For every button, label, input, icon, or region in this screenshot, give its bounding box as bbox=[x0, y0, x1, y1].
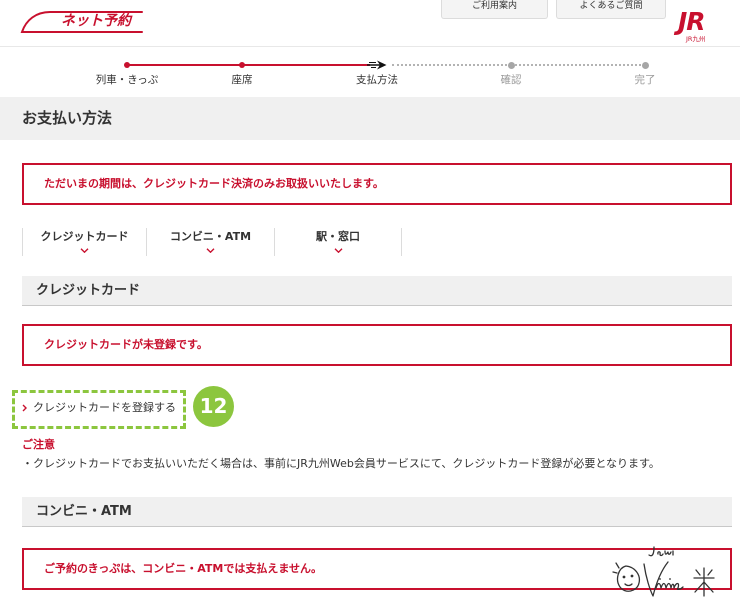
credit-card-section-heading: クレジットカード bbox=[22, 276, 732, 306]
step-marker bbox=[192, 58, 292, 72]
step-marker bbox=[77, 58, 177, 72]
chevron-down-icon bbox=[334, 248, 342, 253]
payment-tab-label: 駅・窓口 bbox=[316, 230, 360, 243]
caution-title: ご注意 bbox=[22, 438, 55, 451]
payment-tab-label: コンビニ・ATM bbox=[169, 230, 252, 243]
payment-period-notice: ただいまの期間は、クレジットカード決済のみお取扱いいたします。 bbox=[22, 163, 732, 205]
progress-step-complete: 完了 bbox=[595, 58, 695, 87]
handwritten-signature-icon bbox=[612, 546, 715, 597]
page-title-band: お支払い方法 bbox=[0, 97, 740, 140]
header-divider bbox=[0, 46, 740, 47]
step-marker bbox=[327, 58, 427, 72]
credit-card-unregistered-notice: クレジットカードが未登録です。 bbox=[22, 324, 732, 366]
guide-link[interactable]: ご利用案内 bbox=[441, 0, 548, 19]
payment-tab-credit-card[interactable]: クレジットカード bbox=[22, 228, 146, 256]
jr-kyushu-label: JR九州 bbox=[686, 35, 706, 43]
step-marker bbox=[461, 58, 561, 72]
step-dot bbox=[124, 62, 130, 68]
step-dot bbox=[507, 61, 515, 69]
progress-step-confirm: 確認 bbox=[461, 58, 561, 87]
step-label: 確認 bbox=[500, 74, 522, 86]
step-label: 座席 bbox=[231, 74, 253, 86]
step-label: 列車・きっぷ bbox=[95, 74, 159, 86]
chevron-down-icon bbox=[206, 248, 215, 253]
step-marker bbox=[595, 58, 695, 72]
progress-step-seat: 座席 bbox=[192, 58, 292, 87]
payment-method-tabs: クレジットカード コンビニ・ATM 駅・窓口 bbox=[22, 228, 402, 256]
annotation-highlight-box bbox=[12, 390, 186, 429]
step-label: 支払方法 bbox=[356, 74, 398, 86]
arrow-right-icon bbox=[367, 60, 387, 70]
faq-link[interactable]: よくあるご質問 bbox=[556, 0, 666, 19]
payment-tab-station-counter[interactable]: 駅・窓口 bbox=[274, 228, 402, 256]
caution-text: ・クレジットカードでお支払いいただく場合は、事前にJR九州Web会員サービスにて… bbox=[22, 457, 660, 470]
convenience-atm-section-heading: コンビニ・ATM bbox=[22, 497, 732, 527]
step-dot bbox=[239, 62, 245, 68]
chevron-down-icon bbox=[80, 248, 89, 253]
payment-tab-label: クレジットカード bbox=[40, 230, 129, 243]
jr-mark: JR bbox=[678, 7, 706, 36]
logo-text: ネット予約 bbox=[60, 13, 134, 29]
net-yoyaku-logo[interactable]: ネット予約 bbox=[20, 9, 144, 37]
progress-step-train-ticket: 列車・きっぷ bbox=[77, 58, 177, 87]
payment-tab-convenience-atm[interactable]: コンビニ・ATM bbox=[146, 228, 274, 256]
step-label: 完了 bbox=[634, 74, 656, 86]
annotation-step-badge: 12 bbox=[193, 386, 234, 427]
page-title: お支払い方法 bbox=[22, 109, 113, 127]
step-dot bbox=[641, 61, 649, 69]
progress-step-payment: 支払方法 bbox=[327, 58, 427, 87]
